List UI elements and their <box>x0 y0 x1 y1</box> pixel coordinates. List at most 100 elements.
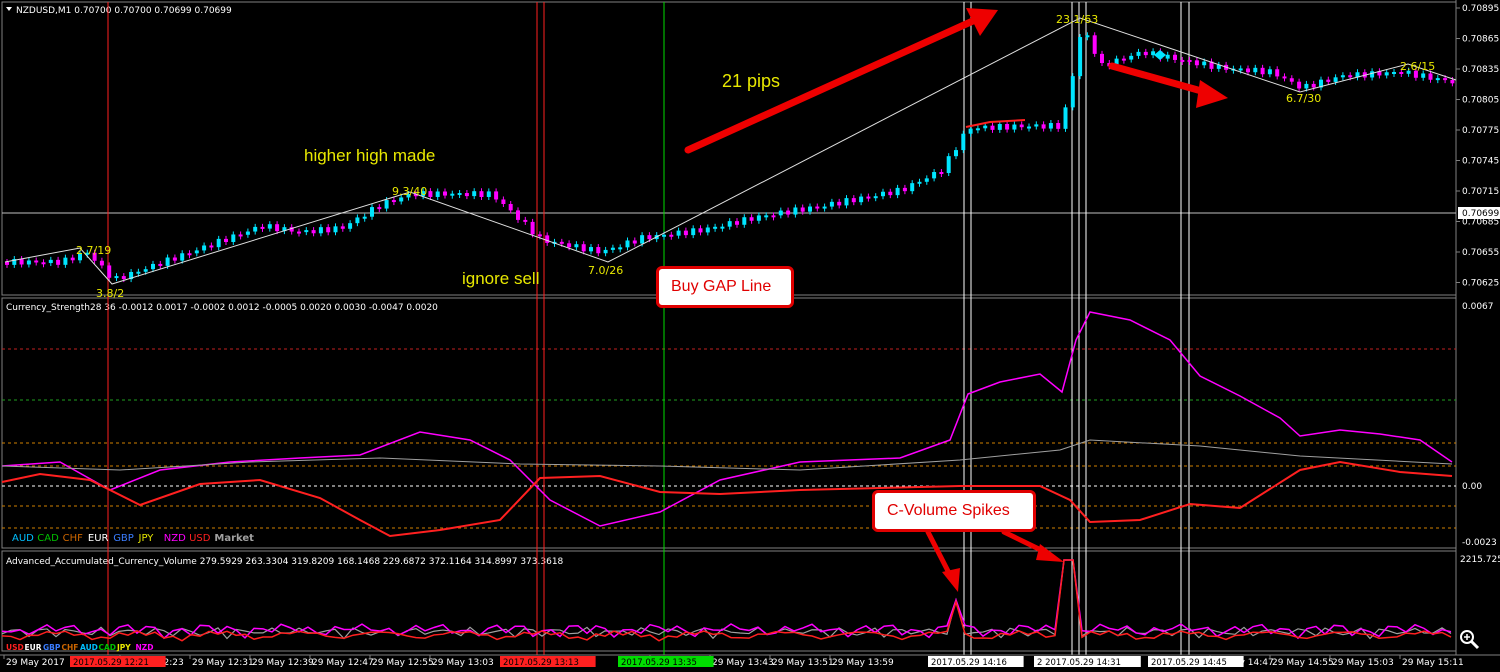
candle-body <box>764 215 769 218</box>
candle-body <box>954 150 958 157</box>
candle-body <box>625 240 630 248</box>
candle-body <box>1428 73 1433 80</box>
candle-body <box>749 217 754 221</box>
candle-body <box>851 198 856 203</box>
zigzag-line <box>4 17 1457 285</box>
price-axis: 0.70895 0.70865 0.70835 0.70805 0.70775 0.707… <box>1456 4 1499 289</box>
candle-body <box>523 219 528 222</box>
candle-body <box>859 196 864 203</box>
candle-body <box>662 234 666 237</box>
pips-annotation: 21 pips <box>722 71 780 91</box>
candle-body <box>318 227 323 234</box>
candle-body <box>815 206 820 209</box>
candle-body <box>1056 123 1061 129</box>
time-tick-label: 29 May 13:59 <box>832 658 894 668</box>
dropdown-triangle-icon[interactable] <box>6 7 12 11</box>
candle-body <box>508 203 513 211</box>
zigzag-label: 2.7/19 <box>76 244 111 257</box>
candle-body <box>107 265 112 278</box>
higher-high-annotation: higher high made <box>304 146 435 165</box>
candle-body <box>472 191 477 197</box>
volume-legend-item: NZD <box>136 643 154 652</box>
time-tick-label: 29 May 2017 <box>6 658 65 668</box>
candle-body <box>537 234 542 237</box>
candle-body <box>924 178 929 182</box>
candle-body <box>756 215 761 221</box>
candle-body <box>676 230 681 236</box>
candle-body <box>224 238 228 242</box>
candle-body <box>165 257 170 266</box>
strength-legend-item: CHF <box>63 533 84 544</box>
candle-body <box>209 245 214 248</box>
volume-legend-item: JPY <box>116 643 131 652</box>
candle-body <box>771 215 776 218</box>
strength-legend-item: AUD <box>12 533 34 544</box>
candle-body <box>1275 69 1280 77</box>
candle-body <box>610 247 615 250</box>
candle-body <box>1070 76 1075 108</box>
candle-body <box>640 235 645 244</box>
candle-body <box>1129 55 1134 60</box>
candle-body <box>1246 68 1250 73</box>
candle-body <box>1333 77 1338 82</box>
chart-window[interactable]: NZDUSD,M1 0.70700 0.70700 0.70699 0.7069… <box>0 0 1500 672</box>
candle-body <box>1282 76 1287 79</box>
volume-legend-item: CHF <box>62 643 79 652</box>
candle-body <box>1092 35 1097 54</box>
candle-body <box>231 234 236 242</box>
time-axis: 29 May 201729 May 12:2329 May 12:3129 Ma… <box>3 655 1464 668</box>
candlesticks <box>5 32 1455 283</box>
price-tick-label: 0.70775 <box>1462 126 1499 136</box>
candle-body <box>194 250 199 254</box>
candle-body <box>435 191 440 197</box>
zigzag-label: 6.7/30 <box>1286 92 1321 105</box>
candle-body <box>975 128 980 131</box>
candle-body <box>399 197 404 202</box>
candle-body <box>202 245 207 251</box>
zoom-icon[interactable] <box>1458 628 1480 650</box>
candle-body <box>348 223 353 229</box>
strength-lines <box>1 311 1453 538</box>
candle-body <box>545 235 550 243</box>
candle-body <box>698 228 703 233</box>
strength-header: Currency_Strength28 36 -0.0012 0.0017 -0… <box>6 303 438 313</box>
candle-body <box>1435 78 1440 81</box>
price-tick-label: 0.70685 <box>1462 218 1499 228</box>
strength-legend-item: JPY <box>138 533 155 544</box>
candle-body <box>881 191 885 197</box>
candle-body <box>245 231 250 235</box>
time-highlight-label: 2017.05.29 13:13 <box>503 658 579 668</box>
c-volume-annotation: C-Volume Spikes <box>872 490 1036 532</box>
candle-body <box>1304 83 1309 89</box>
price-tick-label: 0.70835 <box>1462 65 1499 75</box>
candle-body <box>713 226 718 229</box>
candle-body <box>997 124 1002 130</box>
ignore-sell-annotation: ignore sell <box>462 269 540 288</box>
candle-body <box>873 196 878 199</box>
candle-body <box>932 172 937 179</box>
candle-body <box>1421 73 1426 78</box>
time-tick-label: 29 May 15:11 <box>1402 658 1464 668</box>
candle-body <box>216 238 221 248</box>
strength-legend-item: EUR <box>88 533 109 544</box>
time-highlight-label: 2 2017.05.29 14:31 <box>1037 658 1121 668</box>
usd-strength-line <box>1 460 1453 538</box>
candle-body <box>457 193 462 196</box>
candle-body <box>829 201 834 207</box>
candle-body <box>1005 124 1010 130</box>
candle-body <box>669 234 674 237</box>
candle-body <box>683 230 688 236</box>
candle-body <box>1048 123 1053 129</box>
zigzag-label: 3.8/2 <box>96 287 124 300</box>
candle-body <box>647 235 652 240</box>
candle-body <box>990 125 995 130</box>
price-tick-label: 0.70805 <box>1462 96 1499 106</box>
candle-body <box>260 226 265 229</box>
candle-body <box>632 240 637 244</box>
candle-body <box>326 227 331 233</box>
candle-body <box>1078 37 1083 77</box>
strength-legend-item: Market <box>214 533 254 544</box>
candle-body <box>1100 53 1104 64</box>
candle-body <box>114 276 119 279</box>
strength-legend-item: NZD <box>164 533 186 544</box>
